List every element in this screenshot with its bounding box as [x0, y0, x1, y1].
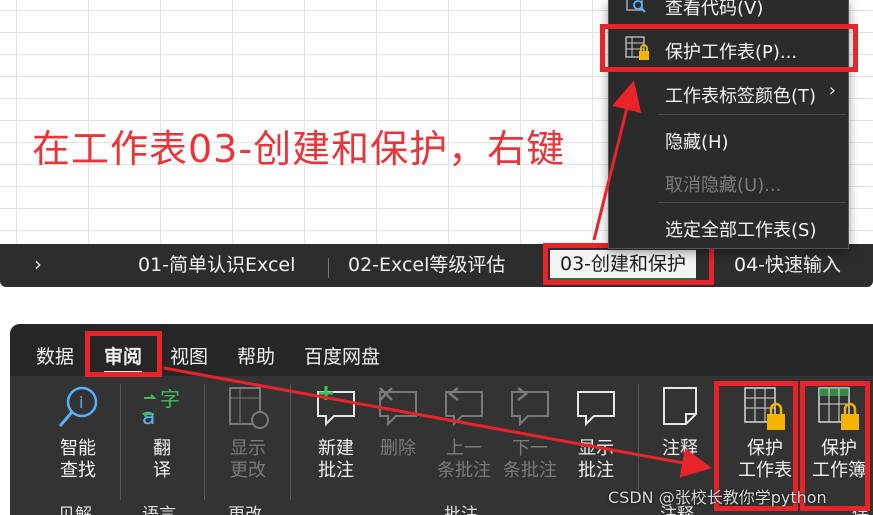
menu-separator: [659, 114, 845, 115]
sheet-nav-chevron-icon[interactable]: ›: [34, 252, 42, 276]
group-separator: [290, 384, 291, 500]
sheet-tab-02[interactable]: 02-Excel等级评估: [348, 252, 505, 278]
tab-separator: [328, 258, 329, 278]
highlight-box-review-tab: [85, 331, 162, 377]
tab-data[interactable]: 数据: [36, 342, 74, 369]
svg-text:a: a: [142, 405, 155, 430]
svg-text:i: i: [79, 393, 83, 412]
tab-view[interactable]: 视图: [170, 342, 208, 369]
instruction-annotation: 在工作表03-创建和保护，右键: [32, 127, 566, 171]
notes-button[interactable]: 注释: [652, 384, 708, 460]
menu-unhide: 取消隐藏(U)...: [665, 175, 782, 196]
next-comment-button: 下一 条批注: [500, 384, 560, 482]
menu-select-all-sheets[interactable]: 选定全部工作表(S): [665, 216, 816, 242]
group-label-comments: 批注: [444, 505, 478, 515]
menu-view-code[interactable]: 查看代码(V): [665, 0, 763, 20]
previous-comment-button: 上一 条批注: [434, 384, 494, 482]
highlight-box-protect-sheet: [600, 24, 858, 72]
next-comment-icon: [511, 387, 549, 427]
group-label-language: 语言: [142, 505, 176, 515]
highlight-box-sheet-tab: [543, 243, 714, 285]
translate-icon: a字: [141, 387, 180, 430]
group-separator: [120, 384, 121, 500]
translate-button[interactable]: a字 翻 译: [132, 384, 192, 482]
watermark-text: CSDN @张校长教你学python: [608, 488, 827, 507]
group-label-changes: 更改: [228, 505, 262, 515]
group-separator: [204, 384, 205, 500]
tab-help[interactable]: 帮助: [237, 342, 275, 369]
sheet-tab-bar: › 01-简单认识Excel 02-Excel等级评估 03-创建和保护 04-…: [0, 244, 873, 287]
new-comment-icon: [317, 386, 355, 427]
show-changes-button: 显示 更改: [218, 384, 278, 482]
show-comments-button[interactable]: 显示 批注: [566, 384, 626, 482]
show-comments-icon: [577, 391, 615, 427]
sheet-tab-04[interactable]: 04-快速输入: [734, 252, 841, 278]
new-comment-button[interactable]: 新建 批注: [306, 384, 366, 482]
group-label-insights: 见解: [58, 505, 92, 515]
svg-text:字: 字: [160, 387, 180, 411]
submenu-chevron-right-icon: ›: [828, 80, 836, 101]
menu-tab-color[interactable]: 工作表标签颜色(T): [665, 82, 816, 108]
previous-comment-icon: [445, 387, 483, 427]
notes-icon: [663, 387, 697, 425]
smart-lookup-icon: i: [58, 386, 98, 427]
view-code-icon: [625, 0, 647, 18]
show-changes-icon: [229, 387, 269, 429]
tab-baidu-netdisk[interactable]: 百度网盘: [304, 342, 380, 369]
sheet-tab-01[interactable]: 01-简单认识Excel: [138, 252, 295, 278]
menu-hide[interactable]: 隐藏(H): [665, 128, 729, 154]
menu-separator: [659, 202, 845, 203]
group-separator: [638, 384, 639, 500]
delete-comment-button: 删除: [372, 384, 424, 460]
delete-comment-icon: [379, 387, 417, 427]
smart-lookup-button[interactable]: i 智能 查找: [52, 384, 104, 482]
